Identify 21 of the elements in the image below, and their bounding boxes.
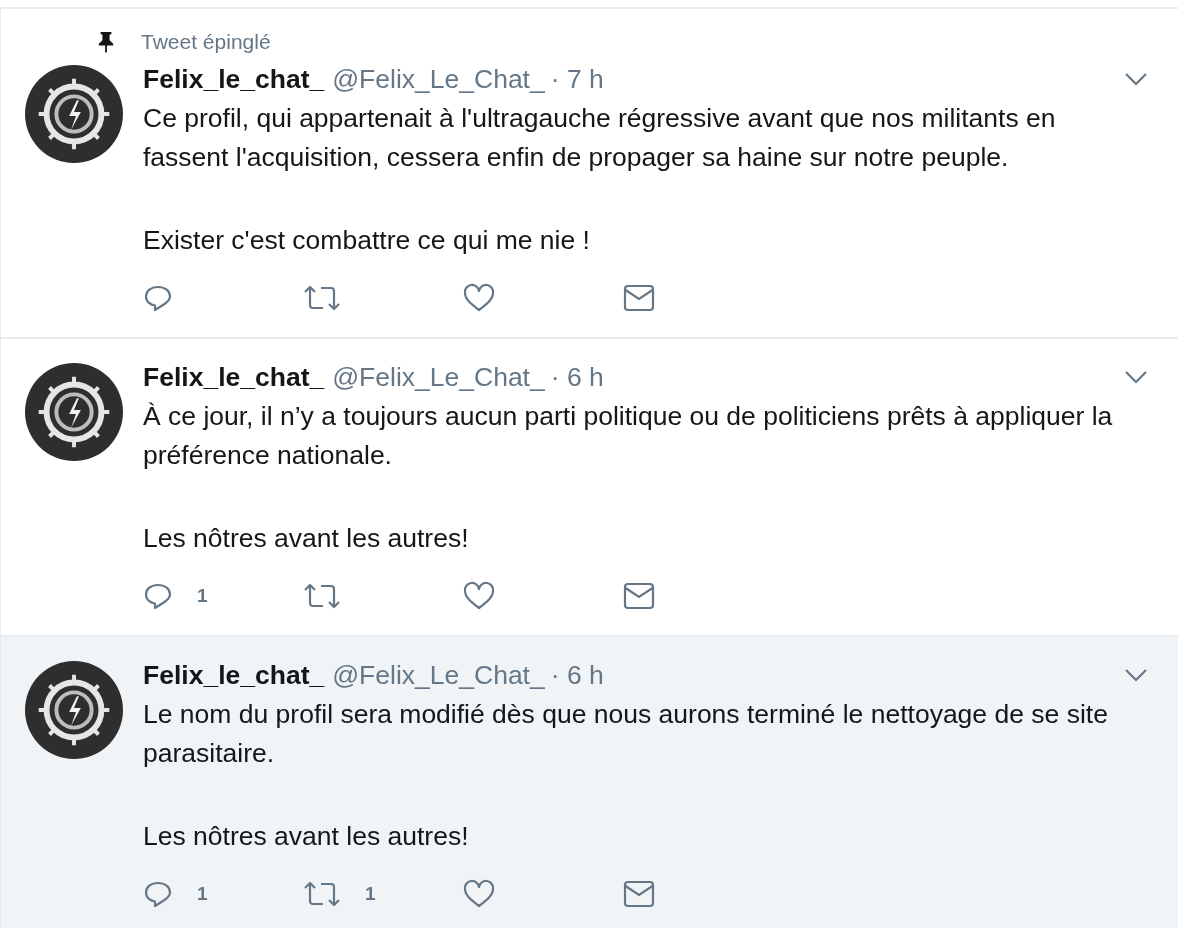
timestamp[interactable]: · 6 h bbox=[550, 659, 604, 691]
action-count: 1 bbox=[197, 883, 208, 905]
action-count: 1 bbox=[365, 883, 376, 905]
tweet-card[interactable]: Felix_le_chat_ @Felix_Le_Chat_ · 6 h À ce jour, il n’y a toujours aucun parti politique ou de politiciens prêts à appliquer la préférence nationale. Les nôtres avant les autres! 1 bbox=[0, 339, 1178, 637]
display-name[interactable]: Felix_le_chat_ bbox=[143, 361, 325, 393]
user-handle[interactable]: @Felix_Le_Chat_ bbox=[332, 63, 545, 95]
display-name[interactable]: Felix_le_chat_ bbox=[143, 659, 325, 691]
user-handle[interactable]: @Felix_Le_Chat_ bbox=[332, 361, 545, 393]
tweet-text: Ce profil, qui appartenait à l'ultragauche régressive avant que nos militants en fassent l'acquisition, cessera enfin de propager sa haine sur notre peuple. bbox=[143, 102, 1057, 174]
tweet-text: Les nôtres avant les autres! bbox=[143, 522, 470, 555]
user-handle[interactable]: @Felix_Le_Chat_ bbox=[332, 659, 545, 691]
display-name[interactable]: Felix_le_chat_ bbox=[143, 63, 325, 95]
pinned-label: Tweet épinglé bbox=[141, 30, 271, 54]
action-count: 1 bbox=[197, 585, 208, 607]
tweet-card[interactable]: Felix_le_chat_ @Felix_Le_Chat_ · 6 h Le nom du profil sera modifié dès que nous aurons terminé le nettoyage de se site parasitaire. Les nôtres avant les autres! 1 1 bbox=[0, 637, 1178, 928]
tweet-text: Exister c'est combattre ce qui me nie ! bbox=[143, 224, 591, 257]
tweet-text: Les nôtres avant les autres! bbox=[143, 820, 470, 853]
tweet-text: À ce jour, il n’y a toujours aucun parti politique ou de politiciens prêts à appliquer la préférence nationale. bbox=[143, 400, 1114, 472]
tweet-text: Le nom du profil sera modifié dès que nous aurons terminé le nettoyage de se site parasitaire. bbox=[143, 698, 1109, 770]
timestamp[interactable]: · 7 h bbox=[550, 63, 604, 95]
timestamp[interactable]: · 6 h bbox=[550, 361, 604, 393]
